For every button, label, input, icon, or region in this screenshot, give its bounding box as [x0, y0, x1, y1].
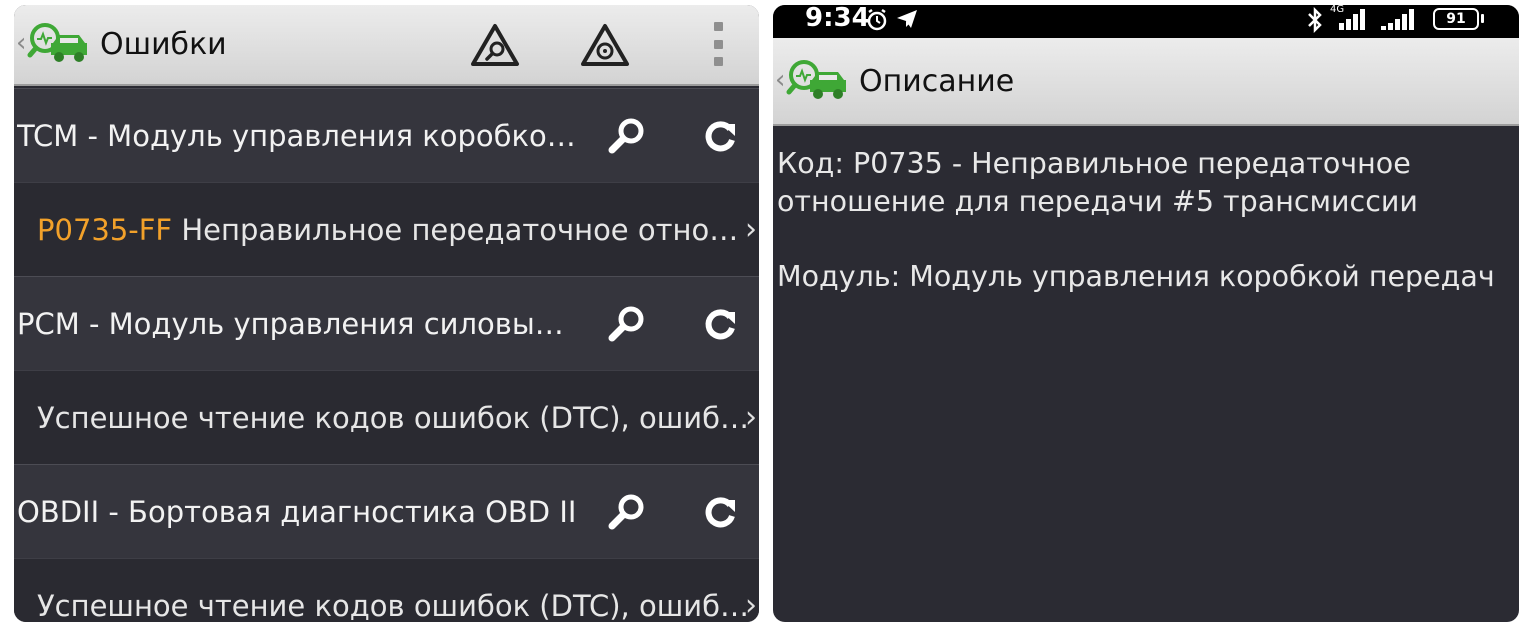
- battery-tip: [1481, 14, 1484, 23]
- dtc-status-text: Успешное чтение кодов ошибок (DTC), ошиб…: [37, 401, 749, 435]
- search-button[interactable]: [600, 485, 654, 539]
- screen-title: Описание: [859, 64, 1015, 99]
- telegram-icon: [897, 10, 917, 28]
- search-icon: [608, 118, 644, 154]
- warning-magnify-icon: [471, 24, 519, 66]
- refresh-button[interactable]: [693, 297, 747, 351]
- signal-strength-2-icon: [1381, 9, 1414, 30]
- refresh-button[interactable]: [693, 109, 747, 163]
- alarm-clock-icon: [867, 8, 887, 31]
- refresh-icon: [705, 121, 735, 152]
- module-row-pcm[interactable]: PCM - Модуль управления силовы…: [14, 276, 759, 370]
- car-diagnostic-logo-icon[interactable]: [27, 21, 89, 65]
- module-row-obdii[interactable]: OBDII - Бортовая диагностика OBD II: [14, 464, 759, 558]
- refresh-button[interactable]: [693, 485, 747, 539]
- chevron-right-icon: ›: [745, 400, 757, 435]
- signal-strength-icon: [1339, 9, 1365, 30]
- warning-magnify-button[interactable]: [465, 15, 525, 75]
- refresh-icon: [705, 497, 735, 528]
- errors-screen: ‹ Ошибки TCM - Модуль управления коробко…: [14, 5, 759, 622]
- status-time: 9:34: [805, 5, 870, 33]
- description-screen: 9:34 4G 91 ‹ Описание Код: P0735 - Непра…: [773, 5, 1519, 622]
- errors-action-bar: ‹ Ошибки: [14, 5, 759, 86]
- code-description-line-2: отношение для передачи #5 трансмиссии: [777, 185, 1418, 218]
- search-button[interactable]: [600, 109, 654, 163]
- module-description-line: Модуль: Модуль управления коробкой перед…: [777, 260, 1495, 293]
- status-bar: 9:34 4G 91: [773, 5, 1519, 38]
- dtc-description: Неправильное передаточное отно…: [172, 213, 739, 247]
- dtc-row-p0735[interactable]: P0735-FF Неправильное передаточное отно……: [14, 182, 759, 276]
- description-action-bar: ‹ Описание: [773, 38, 1519, 126]
- bluetooth-icon: [1308, 7, 1322, 33]
- refresh-icon: [705, 309, 735, 340]
- screen-title: Ошибки: [100, 27, 227, 62]
- search-button[interactable]: [600, 297, 654, 351]
- module-label: OBDII - Бортовая диагностика OBD II: [17, 495, 577, 529]
- car-diagnostic-logo-icon[interactable]: [786, 58, 848, 102]
- warning-gauge-icon: [581, 24, 629, 66]
- code-description-line-1: Код: P0735 - Неправильное передаточное: [777, 147, 1411, 180]
- chevron-right-icon: ›: [745, 588, 757, 622]
- module-label: TCM - Модуль управления коробко…: [17, 119, 576, 153]
- search-icon: [608, 494, 644, 530]
- dtc-code: P0735-FF: [37, 213, 173, 247]
- dtc-row-obdii-status[interactable]: Успешное чтение кодов ошибок (DTC), ошиб…: [14, 558, 759, 622]
- module-label: PCM - Модуль управления силовы…: [17, 307, 564, 341]
- search-icon: [608, 306, 644, 342]
- dtc-label: P0735-FF Неправильное передаточное отно…: [37, 183, 738, 277]
- dtc-row-pcm-status[interactable]: Успешное чтение кодов ошибок (DTC), ошиб…: [14, 370, 759, 464]
- module-row-tcm[interactable]: TCM - Модуль управления коробко…: [14, 88, 759, 182]
- dtc-status-text: Успешное чтение кодов ошибок (DTC), ошиб…: [37, 589, 749, 622]
- warning-gauge-button[interactable]: [575, 15, 635, 75]
- battery-level: 91: [1433, 8, 1479, 30]
- chevron-right-icon: ›: [745, 212, 757, 247]
- overflow-menu-icon[interactable]: [713, 22, 723, 66]
